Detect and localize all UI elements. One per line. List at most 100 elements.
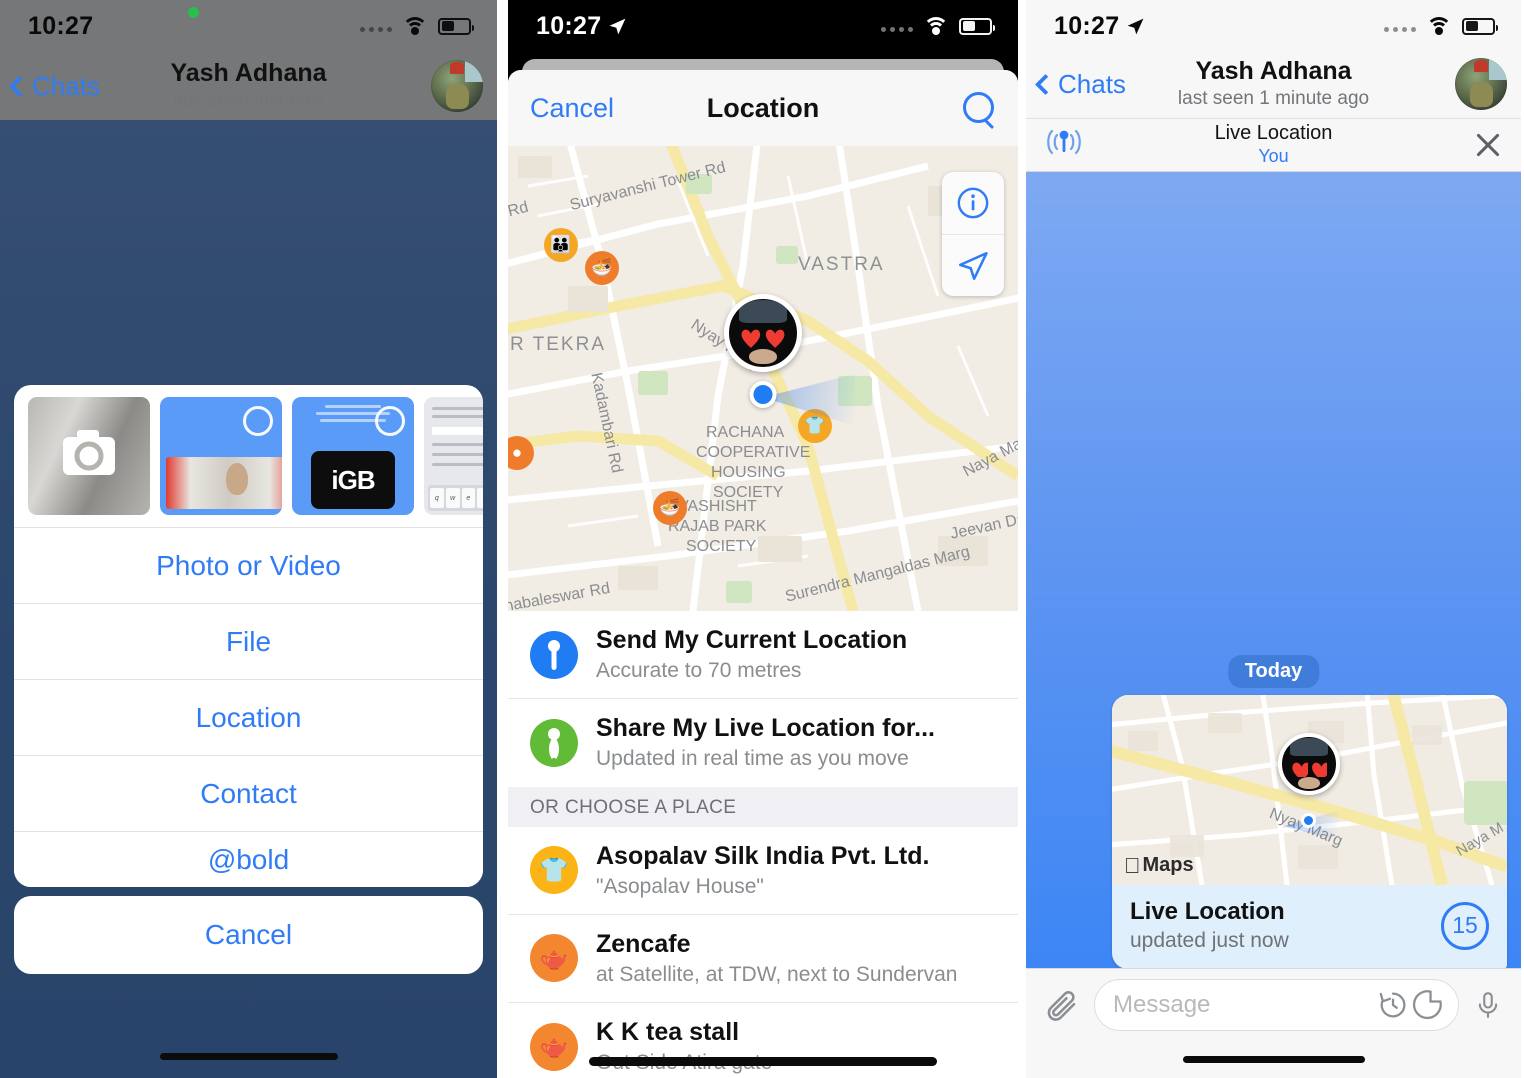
live-countdown-badge: 15: [1441, 901, 1489, 950]
doc-line: [432, 427, 483, 435]
row-title: Send My Current Location: [596, 626, 908, 654]
navigate-arrow-icon: [958, 251, 988, 280]
battery-icon: [1462, 17, 1498, 35]
map-poi-icon[interactable]: 🍜: [585, 251, 619, 285]
apple-logo-icon: : [1124, 854, 1141, 877]
photo-tile-1[interactable]: [160, 397, 282, 515]
panel-divider-2: [1018, 0, 1026, 1078]
chat-header-1: Chats Yash Adhana last seen just now: [0, 52, 497, 120]
sticker-icon[interactable]: [1410, 988, 1444, 1022]
recording-dot-icon: [188, 7, 199, 18]
location-arrow-icon: [1128, 18, 1144, 34]
battery-icon: [438, 17, 474, 35]
maps-label: Maps: [1126, 854, 1194, 876]
action-location[interactable]: Location: [14, 679, 483, 755]
live-pin-icon: [530, 718, 578, 767]
map-view[interactable]: Suryavanshi Tower Rd Rd VASTRA R TEKRA N…: [508, 146, 1018, 611]
status-indicators: [360, 16, 474, 36]
keyboard-preview: qwertyui: [428, 485, 483, 511]
map-label: SOCIETY: [686, 538, 757, 555]
action-photo-or-video[interactable]: Photo or Video: [14, 527, 483, 603]
row-subtitle: at Satellite, at TDW, next to Sundervan: [596, 962, 958, 986]
live-banner-subtitle: You: [1258, 146, 1289, 167]
status-bar-3: 10:27: [1026, 0, 1521, 52]
map-info-button[interactable]: [942, 172, 1004, 234]
row-subtitle: "Asopalav House": [596, 874, 764, 898]
my-location-avatar[interactable]: [724, 294, 802, 372]
action-file[interactable]: File: [14, 603, 483, 679]
row-title: K K tea stall: [596, 1018, 740, 1046]
close-icon[interactable]: [1473, 130, 1503, 160]
media-thumbnail-strip[interactable]: iGB qwertyui: [14, 385, 483, 527]
map-poi-icon[interactable]: 🍜: [653, 491, 687, 525]
attachment-action-sheet: iGB qwertyui Photo or Video File Locatio…: [14, 385, 483, 974]
chevron-left-icon: [1034, 73, 1057, 95]
map-label: VASTRA: [798, 254, 885, 275]
day-divider: Today: [1227, 655, 1320, 688]
message-placeholder: Message: [1113, 991, 1211, 1018]
my-location-dot: [749, 381, 777, 408]
home-indicator: [159, 1053, 338, 1060]
panel-attachment-menu: 10:27 Chats Yash Adhana last seen just n…: [0, 0, 497, 1078]
message-input[interactable]: Message: [1094, 979, 1459, 1031]
location-modal: Cancel Location Suryavanshi Tower Rd Rd …: [508, 70, 1018, 1078]
panel-location-picker: 10:27 Cancel Location Suryavanshi Tower …: [508, 0, 1018, 1078]
map-label: RAJAB PARK: [668, 518, 767, 535]
location-arrow-icon: [610, 18, 626, 34]
teapot-icon: 🫖: [530, 1022, 578, 1071]
share-live-location-row[interactable]: Share My Live Location for... Updated in…: [508, 698, 1018, 787]
message-map-preview[interactable]: Nyay Marg Naya M  Maps: [1112, 695, 1507, 885]
status-bar-1: 10:27: [0, 0, 497, 52]
info-icon: [957, 187, 989, 219]
modal-nav-bar: Cancel Location: [508, 70, 1018, 146]
map-poi-icon[interactable]: 👪: [544, 228, 578, 262]
contact-avatar[interactable]: [431, 60, 483, 112]
search-icon[interactable]: [962, 91, 996, 125]
camera-tile[interactable]: [28, 397, 150, 515]
live-location-banner[interactable]: Live Location You: [1026, 118, 1521, 172]
self-destruct-timer-icon[interactable]: [1376, 988, 1410, 1022]
photo-logo-text: iGB: [311, 451, 395, 509]
action-bold[interactable]: @bold: [14, 831, 483, 887]
wifi-icon: [1426, 16, 1452, 36]
row-title: Zencafe: [596, 929, 691, 958]
map-label: HOUSING: [711, 464, 786, 481]
apple-maps-attribution:  Maps: [1124, 854, 1194, 877]
back-to-chats-button[interactable]: Chats: [1034, 69, 1126, 100]
live-pin-icon: [1044, 125, 1084, 165]
pin-icon: [530, 630, 578, 679]
map-label: COOPERATIVE: [696, 444, 811, 461]
teapot-icon: 🫖: [530, 934, 578, 983]
signal-dots-icon: [360, 20, 392, 32]
status-time: 10:27: [28, 11, 94, 40]
place-row[interactable]: 👕 Asopalav Silk India Pvt. Ltd. "Asopala…: [508, 826, 1018, 914]
shirt-icon: 👕: [530, 846, 578, 895]
live-banner-title: Live Location: [1214, 122, 1333, 145]
chat-header-3: Chats Yash Adhana last seen 1 minute ago: [1026, 50, 1521, 118]
select-circle-icon[interactable]: [243, 406, 273, 436]
photo-tile-3[interactable]: qwertyui: [424, 397, 483, 515]
live-location-message[interactable]: Nyay Marg Naya M  Maps Live Location up…: [1112, 695, 1507, 969]
my-location-avatar: [1278, 733, 1340, 795]
wifi-icon: [923, 16, 949, 36]
photo-tile-2[interactable]: iGB: [292, 397, 414, 515]
status-time: 10:27: [536, 12, 627, 41]
microphone-icon[interactable]: [1473, 986, 1503, 1024]
location-options-list: Send My Current Location Accurate to 70 …: [508, 611, 1018, 1078]
paperclip-icon[interactable]: [1044, 985, 1080, 1025]
send-current-location-row[interactable]: Send My Current Location Accurate to 70 …: [508, 611, 1018, 699]
wifi-icon: [402, 16, 428, 36]
cancel-button[interactable]: Cancel: [14, 896, 483, 974]
message-footer: Live Location updated just now 15: [1112, 885, 1507, 969]
photo-content: [306, 405, 400, 431]
panel-live-location-sent: 10:27 Chats Yash Adhana last seen 1 minu…: [1026, 0, 1521, 1078]
action-sheet-group: iGB qwertyui Photo or Video File Locatio…: [14, 385, 483, 887]
cancel-button[interactable]: Cancel: [530, 93, 614, 124]
place-row[interactable]: 🫖 Zencafe at Satellite, at TDW, next to …: [508, 913, 1018, 1002]
place-row[interactable]: 🫖 K K tea stall Out Side Atira gate: [508, 1002, 1018, 1078]
contact-avatar[interactable]: [1455, 58, 1507, 110]
map-locate-button[interactable]: [942, 234, 1004, 296]
action-contact[interactable]: Contact: [14, 755, 483, 831]
back-to-chats-button[interactable]: Chats: [8, 71, 100, 102]
row-subtitle: Updated in real time as you move: [596, 747, 909, 771]
